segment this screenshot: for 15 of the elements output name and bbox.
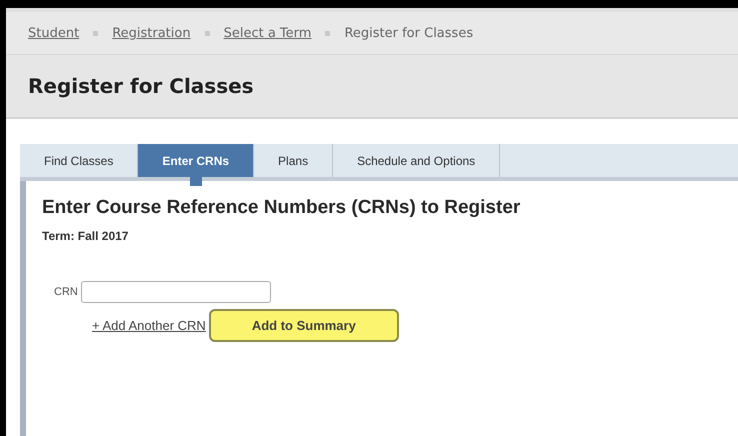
crn-input-field[interactable] — [80, 281, 271, 303]
panel-heading: Enter Course Reference Numbers (CRNs) to Register — [42, 197, 522, 219]
add-to-summary-button[interactable]: Add to Summary — [208, 309, 399, 342]
breadcrumb-link[interactable]: Registration — [112, 26, 191, 40]
page-title: Register for Classes — [28, 74, 254, 98]
breadcrumb-link[interactable]: Student — [28, 26, 80, 40]
current-page-label: Register for Classes — [344, 26, 474, 40]
add-another-crn-link[interactable]: + Add Another CRN — [92, 318, 206, 333]
separator-icon — [204, 30, 210, 36]
tab-pointer-icon — [190, 177, 202, 186]
term-label: Term: Fall 2017 — [42, 229, 130, 243]
separator-icon — [93, 30, 98, 36]
breadcrumb-link[interactable]: Select a Term — [224, 26, 312, 40]
crn-label: CRN — [54, 286, 78, 298]
separator-icon — [325, 30, 330, 36]
